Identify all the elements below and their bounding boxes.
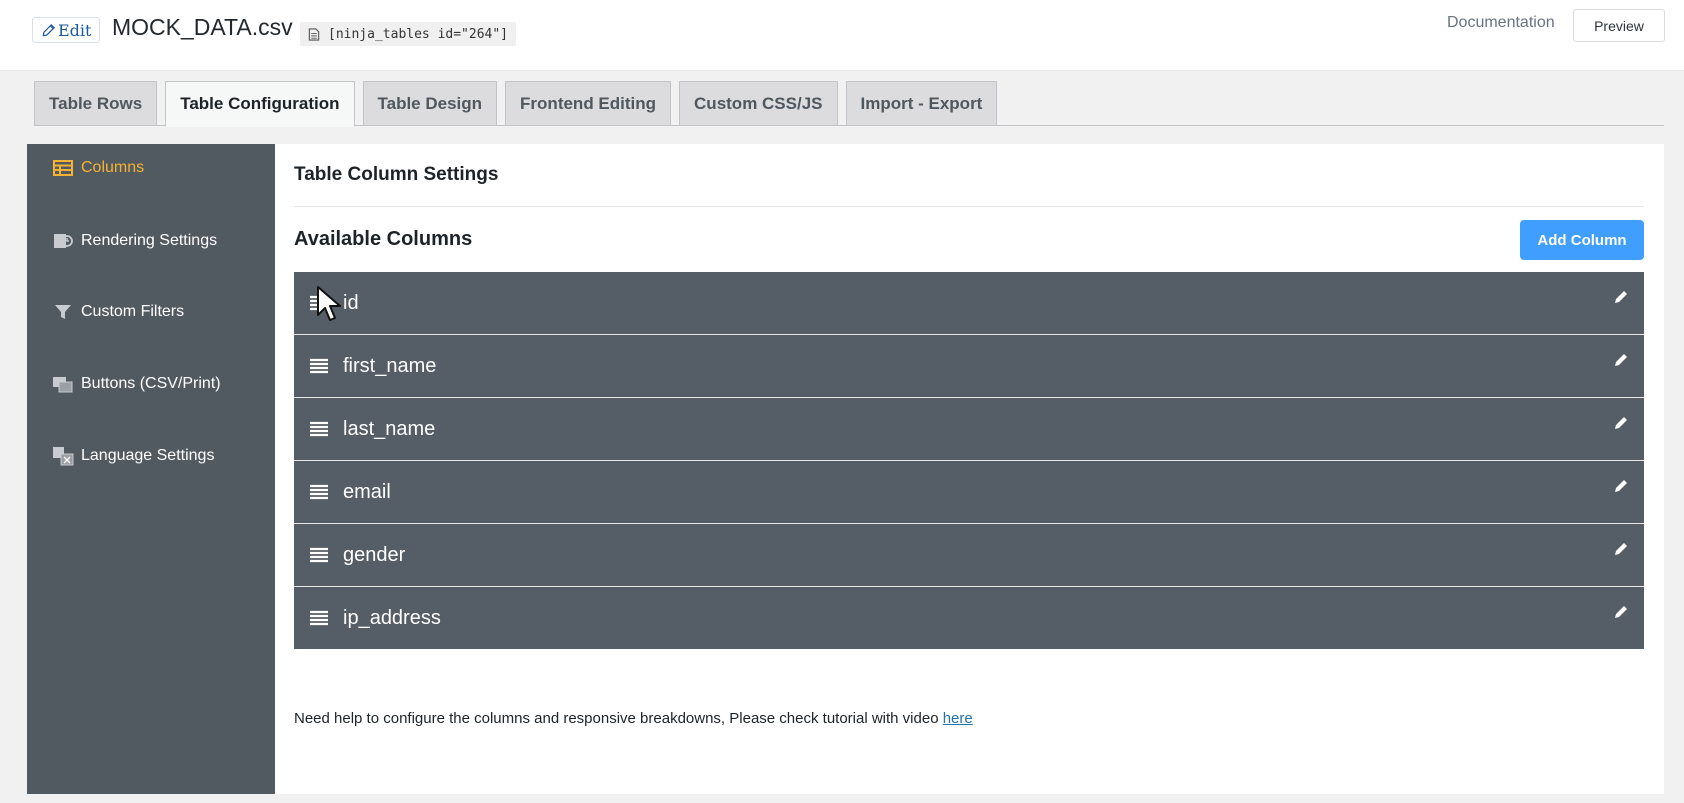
shortcode-text: [ninja_tables id="264"] bbox=[328, 26, 509, 42]
column-name: last_name bbox=[343, 417, 436, 440]
top-header: Edit MOCK_DATA.csv [ninja_tables id="264… bbox=[0, 0, 1684, 71]
sidebar-item-label: Language Settings bbox=[81, 447, 215, 464]
pencil-icon[interactable] bbox=[1614, 353, 1628, 367]
column-row-last-name[interactable]: last_name bbox=[294, 398, 1644, 461]
pencil-icon[interactable] bbox=[1614, 542, 1628, 556]
preview-button[interactable]: Preview bbox=[1573, 9, 1665, 42]
settings-sidebar: Columns Rendering Settings Custom Filter… bbox=[27, 144, 275, 794]
column-row-first-name[interactable]: first_name bbox=[294, 335, 1644, 398]
sidebar-item-columns[interactable]: Columns bbox=[52, 157, 144, 179]
column-row-id[interactable]: id bbox=[294, 272, 1644, 335]
section-divider bbox=[294, 206, 1644, 207]
sidebar-item-label: Columns bbox=[81, 159, 145, 176]
sidebar-item-label: Custom Filters bbox=[81, 303, 185, 320]
section-title: Table Column Settings bbox=[294, 164, 499, 185]
documentation-link[interactable]: Documentation bbox=[1447, 14, 1555, 32]
available-columns-title: Available Columns bbox=[294, 228, 473, 250]
column-name: first_name bbox=[343, 354, 437, 377]
pencil-icon[interactable] bbox=[1614, 605, 1628, 619]
buttons-icon bbox=[52, 373, 74, 395]
pencil-icon[interactable] bbox=[1614, 479, 1628, 493]
render-icon bbox=[52, 230, 74, 252]
document-icon bbox=[308, 27, 320, 41]
pencil-icon bbox=[42, 23, 55, 36]
pencil-icon[interactable] bbox=[1614, 290, 1628, 304]
sidebar-item-buttons-csv-print[interactable]: Buttons (CSV/Print) bbox=[52, 373, 221, 395]
sidebar-item-label: Buttons (CSV/Print) bbox=[81, 375, 221, 392]
drag-handle-icon[interactable] bbox=[309, 610, 329, 626]
tab-frontend-editing[interactable]: Frontend Editing bbox=[505, 81, 672, 125]
table-icon bbox=[52, 157, 74, 179]
sidebar-item-label: Rendering Settings bbox=[81, 232, 218, 249]
drag-handle-icon[interactable] bbox=[309, 358, 329, 374]
help-text: Need help to configure the columns and r… bbox=[294, 710, 973, 727]
column-list: id first_name last_name email gender ip_… bbox=[294, 272, 1644, 649]
drag-handle-icon[interactable] bbox=[309, 295, 329, 311]
column-row-email[interactable]: email bbox=[294, 461, 1644, 524]
config-tabs: Table Rows Table Configuration Table Des… bbox=[34, 81, 998, 127]
tab-table-rows[interactable]: Table Rows bbox=[34, 81, 158, 125]
tab-custom-css-js[interactable]: Custom CSS/JS bbox=[679, 81, 838, 125]
table-title: MOCK_DATA.csv bbox=[112, 14, 293, 40]
language-icon bbox=[52, 445, 74, 467]
drag-handle-icon[interactable] bbox=[309, 547, 329, 563]
pencil-icon[interactable] bbox=[1614, 416, 1628, 430]
main-panel: Table Column Settings Available Columns … bbox=[275, 144, 1664, 794]
tab-table-design[interactable]: Table Design bbox=[362, 81, 498, 125]
sidebar-item-language-settings[interactable]: Language Settings bbox=[52, 445, 214, 467]
tab-table-configuration[interactable]: Table Configuration bbox=[165, 81, 355, 127]
sidebar-item-custom-filters[interactable]: Custom Filters bbox=[52, 301, 184, 323]
column-name: ip_address bbox=[343, 606, 441, 629]
drag-handle-icon[interactable] bbox=[309, 484, 329, 500]
help-message: Need help to configure the columns and r… bbox=[294, 710, 943, 727]
column-name: gender bbox=[343, 543, 406, 566]
drag-handle-icon[interactable] bbox=[309, 421, 329, 437]
column-name: email bbox=[343, 480, 391, 503]
edit-title-button[interactable]: Edit bbox=[32, 17, 101, 43]
add-column-button[interactable]: Add Column bbox=[1520, 220, 1644, 260]
tab-import-export[interactable]: Import - Export bbox=[845, 81, 998, 125]
sidebar-item-rendering-settings[interactable]: Rendering Settings bbox=[52, 230, 217, 252]
filter-icon bbox=[52, 301, 74, 323]
column-row-ip-address[interactable]: ip_address bbox=[294, 587, 1644, 649]
tutorial-link[interactable]: here bbox=[943, 710, 973, 727]
shortcode-badge[interactable]: [ninja_tables id="264"] bbox=[300, 22, 517, 46]
column-row-gender[interactable]: gender bbox=[294, 524, 1644, 587]
edit-label: Edit bbox=[58, 20, 92, 40]
column-name: id bbox=[343, 291, 359, 314]
